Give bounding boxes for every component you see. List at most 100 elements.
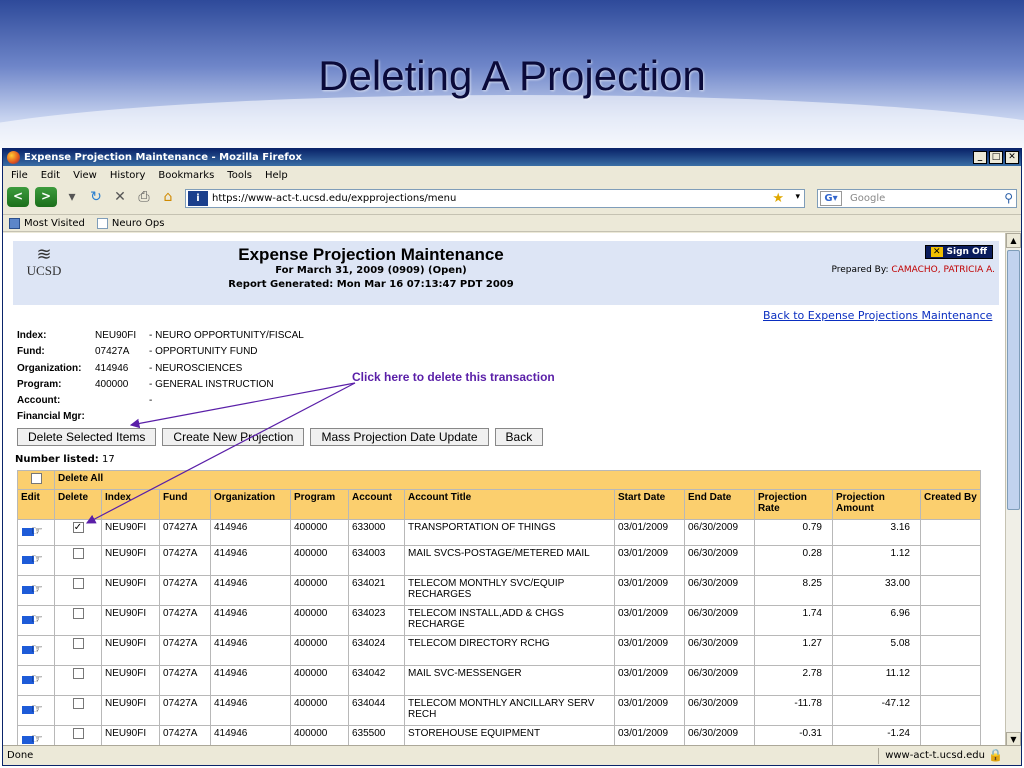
- cell-created-by: [920, 545, 981, 576]
- edit-cell: ☞: [17, 605, 55, 636]
- edit-pointer-icon[interactable]: ☞: [22, 612, 50, 626]
- info-code: NEU90FI: [95, 330, 137, 341]
- cell-org: 414946: [210, 635, 291, 666]
- folder-icon: [9, 217, 20, 229]
- delete-selected-button[interactable]: Delete Selected Items: [17, 428, 157, 446]
- scroll-thumb[interactable]: [1007, 250, 1020, 510]
- cell-end: 06/30/2009: [684, 665, 755, 696]
- table-row: ☞ NEU90FI 07427A 414946 400000 634024 TELECOM …: [17, 635, 981, 666]
- column-header: Edit: [17, 489, 55, 520]
- cell-org: 414946: [210, 605, 291, 636]
- info-desc: -: [149, 395, 153, 407]
- lock-icon[interactable]: 🔒: [988, 748, 1003, 762]
- url-bar[interactable]: i https://www-act-t.ucsd.edu/expprojecti…: [185, 189, 805, 208]
- forward-button[interactable]: >: [35, 187, 57, 207]
- cell-rate: 1.27: [754, 635, 833, 666]
- scroll-up-icon[interactable]: ▲: [1006, 233, 1021, 248]
- close-box-icon: ✕: [930, 247, 943, 257]
- cell-fund: 07427A: [159, 545, 211, 576]
- column-header: Organization: [210, 489, 291, 520]
- column-header: Created By: [920, 489, 981, 520]
- edit-pointer-icon[interactable]: ☞: [22, 524, 50, 538]
- edit-cell: ☞: [17, 635, 55, 666]
- reload-icon[interactable]: ↻: [87, 189, 105, 205]
- minimize-button[interactable]: _: [973, 151, 987, 164]
- search-icon[interactable]: ⚲: [1004, 191, 1013, 205]
- edit-pointer-icon[interactable]: ☞: [22, 552, 50, 566]
- edit-pointer-icon[interactable]: ☞: [22, 732, 50, 746]
- search-input[interactable]: G▾ Google ⚲: [817, 189, 1017, 208]
- bookmark-most-visited[interactable]: Most Visited: [9, 217, 85, 229]
- back-button-page[interactable]: Back: [494, 428, 544, 446]
- delete-checkbox[interactable]: [72, 608, 84, 619]
- maximize-button[interactable]: □: [989, 151, 1003, 164]
- cell-end: 06/30/2009: [684, 605, 755, 636]
- delete-checkbox[interactable]: [72, 728, 84, 739]
- cell-end: 06/30/2009: [684, 635, 755, 666]
- delete-checkbox[interactable]: [72, 578, 84, 589]
- edit-pointer-icon[interactable]: ☞: [22, 672, 50, 686]
- menu-tools[interactable]: Tools: [227, 170, 252, 181]
- edit-pointer-icon[interactable]: ☞: [22, 702, 50, 716]
- column-header: End Date: [684, 489, 755, 520]
- delete-cell: [54, 725, 102, 747]
- info-fund: Fund: 07427A - OPPORTUNITY FUND: [17, 344, 304, 360]
- edit-pointer-icon[interactable]: ☞: [22, 582, 50, 596]
- cell-program: 400000: [290, 575, 349, 606]
- menu-bookmarks[interactable]: Bookmarks: [158, 170, 214, 181]
- cell-created-by: [920, 575, 981, 606]
- edit-cell: ☞: [17, 695, 55, 726]
- vertical-scrollbar[interactable]: ▲ ▼: [1005, 233, 1021, 747]
- delete-checkbox[interactable]: [72, 698, 84, 709]
- cell-fund: 07427A: [159, 605, 211, 636]
- print-icon[interactable]: ⎙: [135, 189, 153, 205]
- cell-index: NEU90FI: [101, 519, 160, 546]
- cell-org: 414946: [210, 575, 291, 606]
- delete-checkbox[interactable]: [72, 638, 84, 649]
- info-label: Index:: [17, 330, 47, 341]
- delete-checkbox[interactable]: ✓: [72, 522, 84, 533]
- column-header: Projection Amount: [832, 489, 921, 520]
- back-to-maintenance-link[interactable]: Back to Expense Projections Maintenance: [763, 309, 992, 322]
- menu-help[interactable]: Help: [265, 170, 288, 181]
- slide-title: Deleting A Projection: [318, 52, 706, 99]
- bookmark-star-icon[interactable]: ★: [772, 191, 784, 206]
- create-projection-button[interactable]: Create New Projection: [162, 428, 305, 446]
- back-button[interactable]: <: [7, 187, 29, 207]
- table-row: ☞ NEU90FI 07427A 414946 400000 634023 TELECOM …: [17, 605, 981, 636]
- edit-cell: ☞: [17, 519, 55, 546]
- delete-checkbox[interactable]: [72, 548, 84, 559]
- history-dropdown-icon[interactable]: ▾: [63, 189, 81, 205]
- delete-cell: [54, 665, 102, 696]
- mass-date-update-button[interactable]: Mass Projection Date Update: [310, 428, 489, 446]
- menu-file[interactable]: File: [11, 170, 28, 181]
- home-icon[interactable]: ⌂: [159, 189, 177, 205]
- column-header: Start Date: [614, 489, 685, 520]
- close-button[interactable]: ✕: [1005, 151, 1019, 164]
- status-host: www-act-t.ucsd.edu: [878, 748, 985, 764]
- cell-program: 400000: [290, 545, 349, 576]
- delete-all-checkbox[interactable]: [30, 473, 42, 484]
- cell-created-by: [920, 725, 981, 747]
- prepared-by-name: CAMACHO, PATRICIA A.: [891, 265, 995, 275]
- bookmark-neuro-ops[interactable]: Neuro Ops: [96, 217, 164, 229]
- menu-view[interactable]: View: [73, 170, 97, 181]
- cell-rate: 0.28: [754, 545, 833, 576]
- info-account: Account: -: [17, 393, 304, 409]
- cell-title: TELECOM MONTHLY SVC/EQUIP RECHARGES: [404, 575, 615, 606]
- table-row: ☞ NEU90FI 07427A 414946 400000 634021 TELECOM …: [17, 575, 981, 606]
- menu-history[interactable]: History: [110, 170, 146, 181]
- cell-rate: -11.78: [754, 695, 833, 726]
- edit-pointer-icon[interactable]: ☞: [22, 642, 50, 656]
- search-engine-icon[interactable]: G▾: [820, 191, 842, 206]
- edit-cell: ☞: [17, 575, 55, 606]
- delete-checkbox[interactable]: [72, 668, 84, 679]
- cell-account: 634044: [348, 695, 405, 726]
- stop-icon[interactable]: ✕: [111, 189, 129, 205]
- cell-program: 400000: [290, 725, 349, 747]
- site-identity-icon[interactable]: i: [188, 191, 208, 206]
- menu-edit[interactable]: Edit: [41, 170, 60, 181]
- bookmark-label: Most Visited: [24, 217, 85, 229]
- url-dropdown-icon[interactable]: ▾: [795, 192, 800, 202]
- sign-off-button[interactable]: ✕ Sign Off: [924, 245, 993, 259]
